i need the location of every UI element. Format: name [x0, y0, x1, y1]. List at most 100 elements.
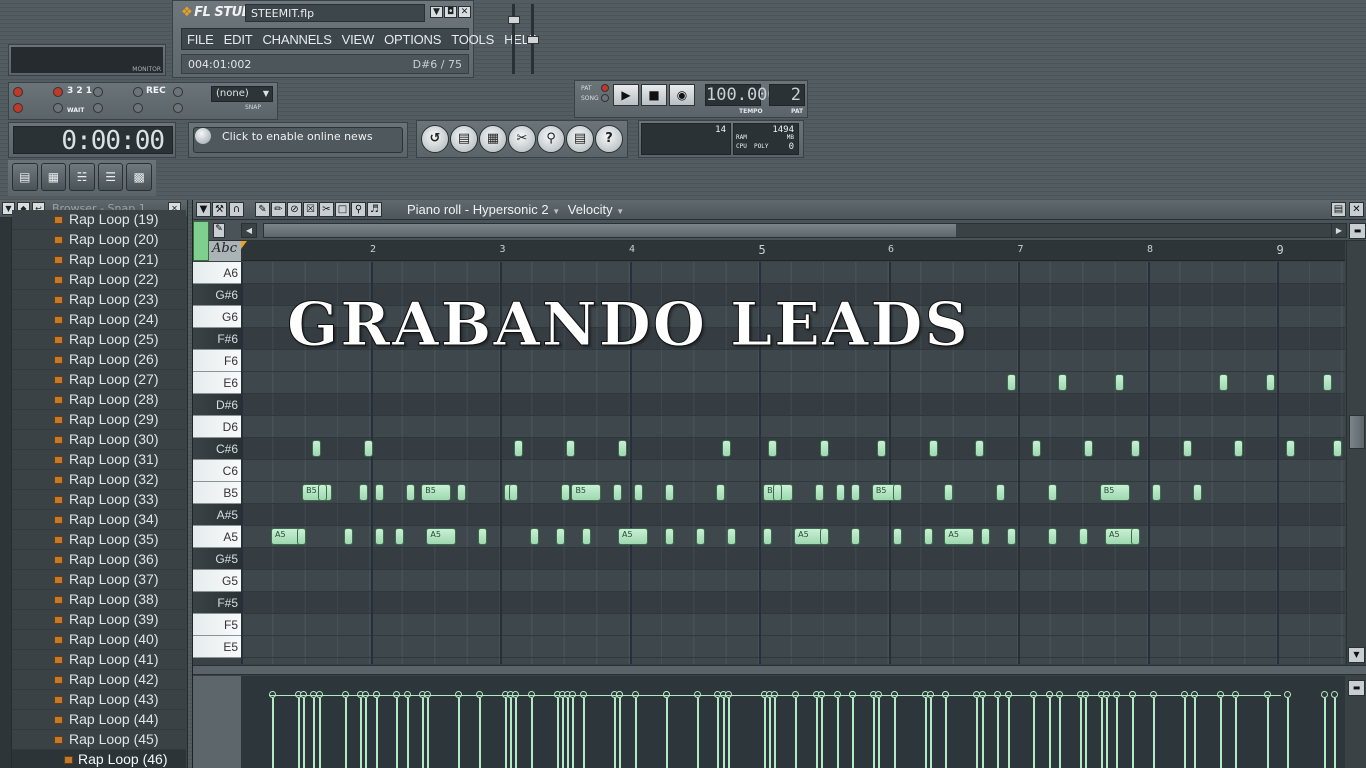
note[interactable] — [1006, 528, 1016, 545]
note[interactable] — [405, 484, 415, 501]
note[interactable] — [975, 440, 985, 457]
loop-led[interactable] — [93, 103, 103, 113]
browser-item[interactable]: Rap Loop (34) — [12, 510, 186, 530]
note[interactable] — [317, 484, 327, 501]
mixer-icon[interactable]: ▩ — [126, 163, 152, 191]
velocity-bar[interactable] — [1033, 698, 1036, 768]
undo-icon[interactable]: ↺ — [421, 125, 449, 153]
browser-item[interactable]: Rap Loop (41) — [12, 650, 186, 670]
piano-key[interactable]: E5 — [193, 636, 241, 658]
vertical-scroll-thumb[interactable] — [1349, 415, 1365, 449]
piano-key[interactable]: G#5 — [193, 548, 241, 570]
note[interactable] — [1182, 440, 1192, 457]
master-volume-knob[interactable] — [527, 36, 539, 44]
note[interactable] — [664, 528, 674, 545]
browser-item[interactable]: Rap Loop (24) — [12, 310, 186, 330]
velocity-bar[interactable] — [1266, 698, 1269, 768]
note[interactable] — [726, 528, 736, 545]
velocity-bar[interactable] — [836, 698, 839, 768]
velocity-bar[interactable] — [665, 698, 668, 768]
scroll-right-icon[interactable]: ▶ — [1331, 223, 1347, 238]
browser-icon[interactable]: ☰ — [97, 163, 124, 191]
piano-key[interactable]: F#6 — [193, 328, 241, 350]
note[interactable] — [1058, 374, 1068, 391]
note[interactable] — [1115, 374, 1125, 391]
velocity-bar[interactable] — [556, 698, 559, 768]
browser-item[interactable]: Rap Loop (25) — [12, 330, 186, 350]
note[interactable] — [1006, 374, 1016, 391]
browser-item[interactable]: Rap Loop (31) — [12, 450, 186, 470]
velocity-bar[interactable] — [1007, 698, 1010, 768]
delete-tool-icon[interactable]: ⊘ — [287, 202, 302, 217]
cut-tools-icon[interactable]: ✂ — [508, 125, 536, 153]
browser-item[interactable]: Rap Loop (39) — [12, 610, 186, 630]
browser-item[interactable]: Rap Loop (26) — [12, 350, 186, 370]
velocity-bar[interactable] — [1183, 698, 1186, 768]
export-icon[interactable]: ▦ — [479, 125, 507, 153]
velocity-bar[interactable] — [396, 698, 399, 768]
pr-magnet-icon[interactable]: ∩ — [229, 202, 244, 217]
piano-key[interactable]: E6 — [193, 372, 241, 394]
velocity-bar[interactable] — [297, 698, 300, 768]
velocity-bar[interactable] — [1152, 698, 1155, 768]
note[interactable] — [835, 484, 845, 501]
note[interactable] — [996, 484, 1006, 501]
piano-key[interactable]: B5 — [193, 482, 241, 504]
scroll-left-icon[interactable]: ◀ — [241, 223, 257, 238]
note[interactable] — [768, 440, 778, 457]
browser-item[interactable]: Rap Loop (36) — [12, 550, 186, 570]
minimize-button[interactable]: ▼ — [430, 6, 443, 18]
velocity-bar[interactable] — [1059, 698, 1062, 768]
piano-roll-icon[interactable]: ☵ — [69, 163, 95, 191]
velocity-bar[interactable] — [505, 698, 508, 768]
velocity-bar[interactable] — [1049, 698, 1051, 768]
mute-tool-icon[interactable]: ☒ — [303, 202, 318, 217]
scroll-down-icon[interactable]: ▼ — [1348, 647, 1365, 663]
browser-item[interactable]: Rap Loop (45) — [12, 730, 186, 750]
restore-button[interactable]: ◘ — [444, 6, 457, 18]
piano-key[interactable]: A6 — [193, 262, 241, 284]
note[interactable]: B5 — [1099, 484, 1130, 501]
note[interactable] — [374, 528, 384, 545]
note[interactable]: B5 — [571, 484, 602, 501]
mixer-led[interactable] — [173, 103, 183, 113]
browser-item[interactable]: Rap Loop (21) — [12, 250, 186, 270]
note[interactable]: B5 — [421, 484, 452, 501]
piano-key[interactable]: G#6 — [193, 284, 241, 306]
piano-key[interactable]: D#6 — [193, 394, 241, 416]
velocity-bar[interactable] — [1100, 698, 1103, 768]
velocity-bar[interactable] — [774, 698, 777, 768]
tempo-display[interactable]: 100.000 — [705, 84, 778, 106]
note[interactable]: A5 — [944, 528, 975, 545]
play-button[interactable]: ▶ — [613, 84, 639, 106]
stop-button[interactable]: ■ — [641, 84, 667, 106]
piano-key[interactable]: F#5 — [193, 592, 241, 614]
velocity-handle[interactable] — [1320, 691, 1328, 698]
velocity-bar[interactable] — [764, 698, 767, 768]
browser-item[interactable]: Rap Loop (28) — [12, 390, 186, 410]
browser-item[interactable]: Rap Loop (33) — [12, 490, 186, 510]
browser-scrollbar[interactable] — [0, 218, 12, 768]
velocity-bar[interactable] — [1105, 698, 1108, 768]
note[interactable] — [877, 440, 887, 457]
online-news-field[interactable]: Click to enable online news — [193, 127, 403, 153]
piano-key[interactable]: A5 — [193, 526, 241, 548]
master-pitch-knob[interactable] — [508, 16, 520, 24]
note[interactable] — [892, 484, 902, 501]
velocity-tab[interactable] — [193, 221, 209, 261]
rec-led[interactable] — [133, 87, 143, 97]
velocity-bar[interactable] — [619, 698, 622, 768]
velocity-bar[interactable] — [976, 698, 979, 768]
browser-item[interactable]: Rap Loop (32) — [12, 470, 186, 490]
note[interactable] — [721, 440, 731, 457]
velocity-bar[interactable] — [722, 698, 725, 768]
menu-options[interactable]: OPTIONS — [379, 32, 446, 47]
velocity-bar[interactable] — [1333, 698, 1336, 768]
velocity-bar[interactable] — [567, 698, 570, 768]
note[interactable] — [944, 484, 954, 501]
velocity-bar[interactable] — [717, 698, 720, 768]
velocity-bar[interactable] — [479, 698, 482, 768]
help-icon[interactable]: ? — [595, 125, 623, 153]
velocity-bar[interactable] — [997, 698, 1000, 768]
velocity-bar[interactable] — [929, 698, 932, 768]
